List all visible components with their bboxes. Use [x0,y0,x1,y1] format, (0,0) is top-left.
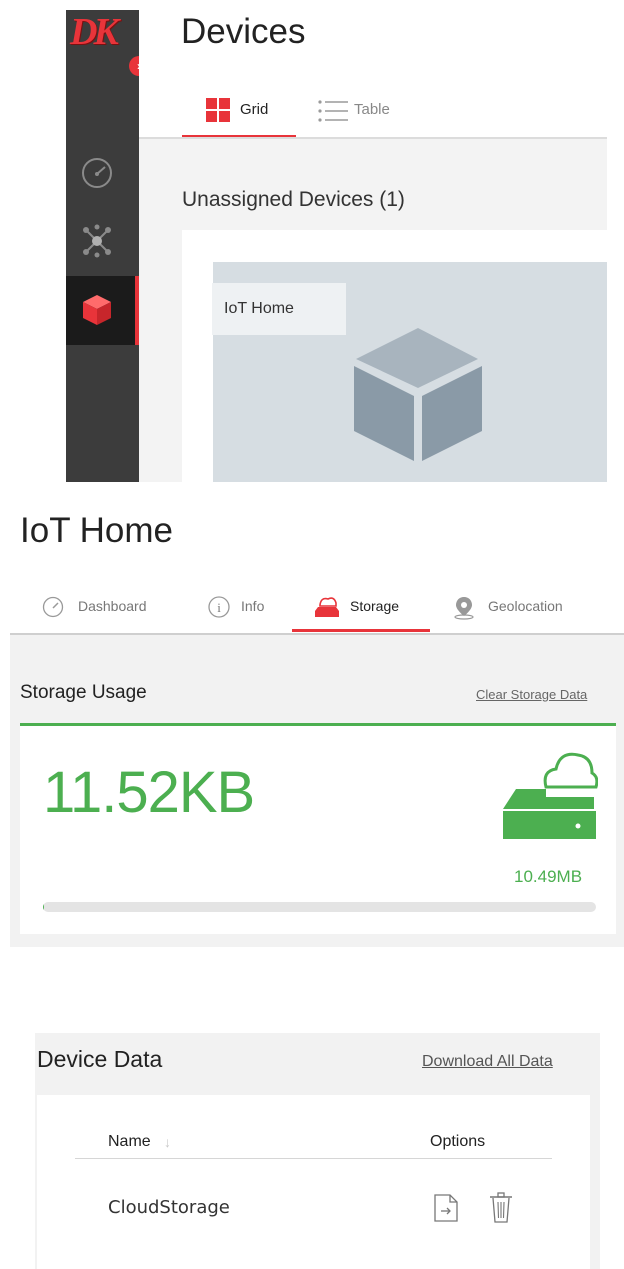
gauge-icon [82,158,112,188]
download-all-data-link[interactable]: Download All Data [422,1052,553,1072]
devices-screen: DK › Devices [0,0,624,482]
grid-icon [206,98,230,122]
tab-geolocation[interactable]: Geolocation [452,584,602,632]
clear-storage-link[interactable]: Clear Storage Data [476,686,587,704]
storage-progress-bar [43,902,596,912]
cube-icon [354,328,482,461]
tab-table[interactable]: Table [316,90,406,138]
device-data-heading: Device Data [37,1046,163,1072]
sidebar-item-devices[interactable] [66,276,139,345]
tab-grid[interactable]: Grid [182,90,296,138]
device-card-label[interactable]: IoT Home [212,283,346,335]
info-icon: i [208,596,230,618]
table-header-divider [75,1158,552,1159]
export-icon[interactable] [433,1193,459,1223]
trash-icon[interactable] [488,1191,514,1225]
list-icon [318,100,348,122]
location-pin-icon [454,597,474,620]
storage-progress-fill [43,902,44,912]
column-header-options: Options [430,1133,486,1150]
page-title: Devices [181,12,306,51]
tab-dashboard[interactable]: Dashboard [40,584,180,632]
sidebar-item-network[interactable] [66,210,139,270]
storage-capacity-value: 10.49MB [514,867,583,886]
tab-storage[interactable]: Storage [292,584,430,632]
svg-text:i: i [217,600,221,615]
cube-icon [83,295,111,325]
device-data-table [37,1095,590,1269]
device-title: IoT Home [20,511,174,550]
section-heading: Unassigned Devices (1) [182,188,405,211]
sort-arrow-icon[interactable]: ↓ [164,1132,171,1152]
table-row-name: CloudStorage [108,1197,230,1218]
storage-heading: Storage Usage [20,682,147,703]
sidebar-item-dashboard[interactable] [66,145,139,205]
app-logo[interactable]: DK [66,10,139,54]
cloud-drive-icon [503,752,598,839]
network-icon [83,224,111,258]
storage-used-value: 11.52KB [43,760,255,825]
column-header-name[interactable]: Name [108,1132,151,1152]
tab-divider [139,137,607,139]
gauge-icon [42,596,64,618]
tab-info[interactable]: i Info [205,584,285,632]
storage-icon [315,597,339,617]
